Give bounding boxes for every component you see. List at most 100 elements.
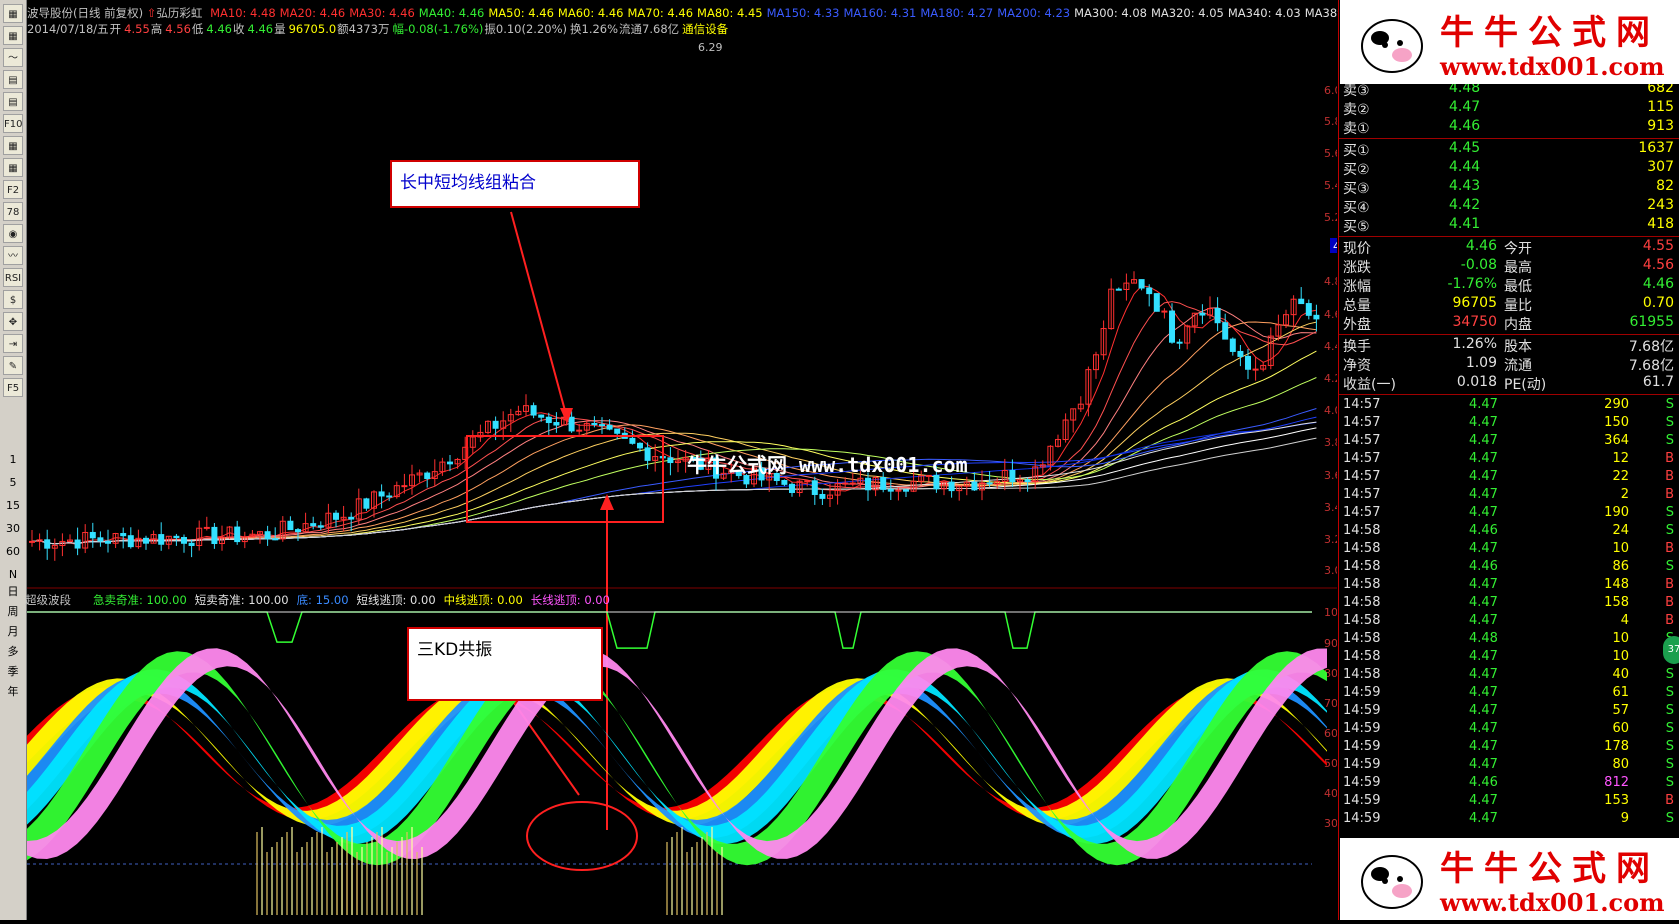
toolbar-button-3[interactable]: ▤ (3, 70, 23, 89)
toolbar-button-15[interactable]: ⇥ (3, 334, 23, 353)
tick-volume: 80 (1612, 757, 1629, 772)
formula-name[interactable]: 弘历彩虹 (156, 6, 202, 20)
kline-svg[interactable]: 6.00 5.80 5.60 5.40 5.20 4.97 4.80 4.60 4.40 4.20… (27, 0, 1360, 920)
tick-row: 14:57 4.47 2 B (1339, 487, 1679, 505)
toolbar-button-14[interactable]: ✥ (3, 312, 23, 331)
candle-body (401, 485, 408, 488)
ohlc-item: 低 (191, 22, 204, 36)
toolbar-button-5[interactable]: F10 (3, 114, 23, 133)
tick-row: 14:59 4.47 61 S (1339, 685, 1679, 703)
ma-legend-item: MA50: 4.46 (488, 6, 554, 20)
ohlc-item: 额4373万 (337, 22, 390, 36)
tick-price: 4.47 (1469, 757, 1498, 772)
tick-side: S (1665, 523, 1674, 538)
ma-legend-item: MA80: 4.45 (697, 6, 763, 20)
tick-price: 4.46 (1469, 775, 1498, 790)
stat-label: 涨幅 (1343, 279, 1371, 295)
tick-side: B (1665, 487, 1674, 502)
price-axis-label: 5.20 (1324, 211, 1337, 224)
candle-body (637, 442, 643, 449)
float-bubble[interactable]: 37 (1663, 636, 1679, 664)
toolbar-button-6[interactable]: ▦ (3, 136, 23, 155)
toolbar-button-11[interactable]: 〰 (3, 246, 23, 265)
toolbar-button-16[interactable]: ✎ (3, 356, 23, 375)
toolbar-button-0[interactable]: ▦ (3, 4, 23, 23)
tick-row: 14:57 4.47 12 B (1339, 451, 1679, 469)
candle-body (1024, 479, 1031, 483)
candle-body (310, 523, 317, 527)
tick-volume: 10 (1612, 649, 1629, 664)
price-axis-label: 4.20 (1324, 372, 1337, 385)
stat-value: 7.68亿 (1628, 339, 1674, 355)
ma-legend: MA10: 4.48 MA20: 4.46 MA30: 4.46 MA40: 4.46… (206, 6, 1370, 20)
panel-divider (1339, 334, 1679, 335)
period-cn-4[interactable]: 季 (0, 663, 26, 679)
quote-row: 卖① 4.46 913 (1339, 118, 1679, 137)
stat-value: -1.76% (1447, 276, 1497, 292)
tick-volume: 158 (1604, 595, 1629, 610)
quote-price: 4.41 (1449, 216, 1481, 232)
tick-volume: 812 (1604, 775, 1629, 790)
tick-price: 4.47 (1469, 469, 1498, 484)
period-cn-5[interactable]: 年 (0, 683, 26, 699)
period-cn-0[interactable]: 日 (0, 583, 26, 599)
ad-banner-top[interactable]: 牛牛公式网 www.tdx001.com (1340, 0, 1679, 84)
tick-time: 14:58 (1343, 577, 1381, 592)
toolbar-button-12[interactable]: RSI (3, 268, 23, 287)
tick-side: S (1665, 757, 1674, 772)
indicator-legend-item: 短线逃顶: 0.00 (356, 593, 436, 607)
candle-body (143, 537, 149, 544)
ma-line (31, 321, 1317, 545)
tick-row: 14:59 4.47 60 S (1339, 721, 1679, 739)
ma-line (31, 437, 1317, 545)
toolbar-button-17[interactable]: F5 (3, 378, 23, 397)
ma-legend-item: MA20: 4.46 (279, 6, 346, 20)
tick-price: 4.47 (1469, 613, 1498, 628)
period-5[interactable]: 5 (0, 476, 26, 489)
stock-title: 波导股份(日线 前复权) (27, 6, 144, 20)
candle-body (44, 539, 51, 549)
toolbar-button-4[interactable]: ▤ (3, 92, 23, 111)
tick-time: 14:57 (1343, 487, 1381, 502)
stat-label: 最低 (1504, 279, 1532, 295)
toolbar-button-10[interactable]: ◉ (3, 224, 23, 243)
stat-row: 收益(一) 0.018 PE(动) 61.7 (1339, 374, 1679, 393)
ad-bottom-url: www.tdx001.com (1440, 888, 1665, 917)
quote-volume: 243 (1647, 197, 1674, 213)
period-N[interactable]: N (0, 568, 26, 581)
stat-label: 量比 (1504, 298, 1532, 314)
stat-label: 股本 (1504, 339, 1532, 355)
quote-price: 4.44 (1449, 159, 1481, 175)
period-15[interactable]: 15 (0, 499, 26, 512)
period-30[interactable]: 30 (0, 522, 26, 535)
callout-kd-resonance: 三KD共振 (407, 627, 603, 701)
period-cn-1[interactable]: 周 (0, 603, 26, 619)
tick-side: B (1665, 541, 1674, 556)
tick-volume: 153 (1604, 793, 1629, 808)
period-60[interactable]: 60 (0, 545, 26, 558)
candle-body (127, 535, 134, 548)
candle-body (1169, 310, 1175, 343)
toolbar-button-8[interactable]: F2 (3, 180, 23, 199)
toolbar-button-9[interactable]: 78 (3, 202, 23, 221)
tick-time: 14:57 (1343, 433, 1381, 448)
candle-body (97, 537, 104, 542)
toolbar-button-7[interactable]: ▦ (3, 158, 23, 177)
period-1[interactable]: 1 (0, 453, 26, 466)
stat-label: 今开 (1504, 241, 1532, 257)
period-cn-3[interactable]: 多 (0, 643, 26, 659)
ad-banner-bottom[interactable]: 牛牛公式网 www.tdx001.com (1340, 838, 1679, 920)
quote-row: 买④ 4.42 243 (1339, 197, 1679, 216)
candle-body (447, 461, 453, 465)
price-axis-label: 3.80 (1324, 436, 1337, 449)
stat-value: 0.70 (1642, 295, 1674, 311)
kline-chart-area[interactable]: 6.00 5.80 5.60 5.40 5.20 4.97 4.80 4.60 4.40 4.20… (25, 0, 1370, 920)
toolbar-button-2[interactable]: 〜 (3, 48, 23, 67)
toolbar-button-13[interactable]: $ (3, 290, 23, 309)
ohlc-item: 4.46 (247, 22, 274, 36)
period-cn-2[interactable]: 月 (0, 623, 26, 639)
watermark-text: 牛牛公式网 www.tdx001.com (687, 453, 968, 477)
toolbar-button-1[interactable]: ▦ (3, 26, 23, 45)
candle-body (568, 416, 575, 432)
candle-body (492, 420, 499, 429)
